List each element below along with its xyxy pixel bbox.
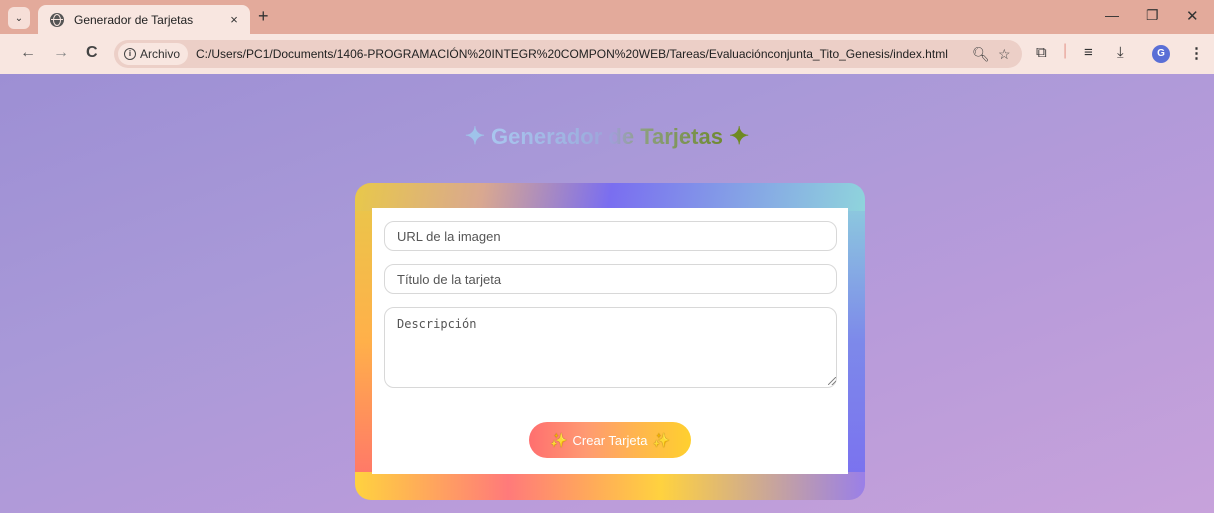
- site-info-label: Archivo: [140, 47, 181, 61]
- info-icon: i: [124, 48, 136, 60]
- download-icon[interactable]: ⤓: [1117, 44, 1124, 61]
- sparkle-icon-left: ✦: [464, 123, 485, 150]
- chevron-down-icon: ⌄: [14, 12, 24, 24]
- bookmark-star-icon[interactable]: ☆: [998, 46, 1011, 63]
- reading-list-icon[interactable]: ≡: [1084, 44, 1093, 61]
- window-close-button[interactable]: ✕: [1186, 7, 1199, 25]
- card-form-frame: ✨ Crear Tarjeta ✨: [355, 183, 865, 500]
- page-title: ✦ Generador de Tarjetas ✦: [0, 122, 1214, 151]
- new-tab-button[interactable]: +: [258, 6, 269, 27]
- address-bar[interactable]: i Archivo C:/Users/PC1/Documents/1406-PR…: [114, 40, 1022, 68]
- window-restore-button[interactable]: ❐: [1146, 7, 1159, 24]
- create-card-button[interactable]: ✨ Crear Tarjeta ✨: [529, 422, 691, 458]
- tab-close-icon[interactable]: ×: [226, 12, 242, 27]
- sparkles-icon: ✨: [550, 431, 568, 448]
- tab-title: Generador de Tarjetas: [74, 12, 194, 27]
- page-body: ✦ Generador de Tarjetas ✦ ✨ Crear Tarjet…: [0, 74, 1214, 513]
- zoom-icon[interactable]: 🔍︎: [972, 46, 990, 63]
- site-info-chip[interactable]: i Archivo: [118, 43, 189, 65]
- tab-search-button[interactable]: ⌄: [8, 7, 30, 29]
- profile-avatar[interactable]: G: [1152, 45, 1170, 63]
- forward-arrow-icon[interactable]: →: [53, 44, 69, 62]
- back-arrow-icon[interactable]: ←: [20, 44, 36, 62]
- browser-toolbar: ← → C i Archivo C:/Users/PC1/Documents/1…: [0, 34, 1214, 74]
- image-url-input[interactable]: [384, 221, 837, 251]
- extensions-icon[interactable]: ⧉: [1036, 44, 1047, 61]
- window-minimize-button[interactable]: —: [1105, 7, 1119, 23]
- resize-grip-icon[interactable]: [828, 377, 836, 385]
- card-form: ✨ Crear Tarjeta ✨: [372, 208, 848, 474]
- sparkle-icon-right: ✦: [729, 123, 750, 150]
- sparkles-icon: ✨: [652, 431, 670, 448]
- browser-tab-active[interactable]: Generador de Tarjetas ×: [38, 5, 250, 34]
- page-title-text: Generador de Tarjetas: [491, 124, 723, 149]
- address-url[interactable]: C:/Users/PC1/Documents/1406-PROGRAMACIÓN…: [196, 47, 956, 61]
- reload-icon[interactable]: C: [86, 44, 98, 62]
- toolbar-divider: |: [1063, 42, 1068, 59]
- create-card-label: Crear Tarjeta: [572, 432, 648, 448]
- menu-kebab-icon[interactable]: ⋮: [1189, 44, 1204, 62]
- description-textarea[interactable]: [384, 307, 837, 388]
- globe-icon: [50, 12, 64, 27]
- card-title-input[interactable]: [384, 264, 837, 294]
- browser-tab-strip: ⌄ Generador de Tarjetas × + — ❐ ✕: [0, 0, 1214, 34]
